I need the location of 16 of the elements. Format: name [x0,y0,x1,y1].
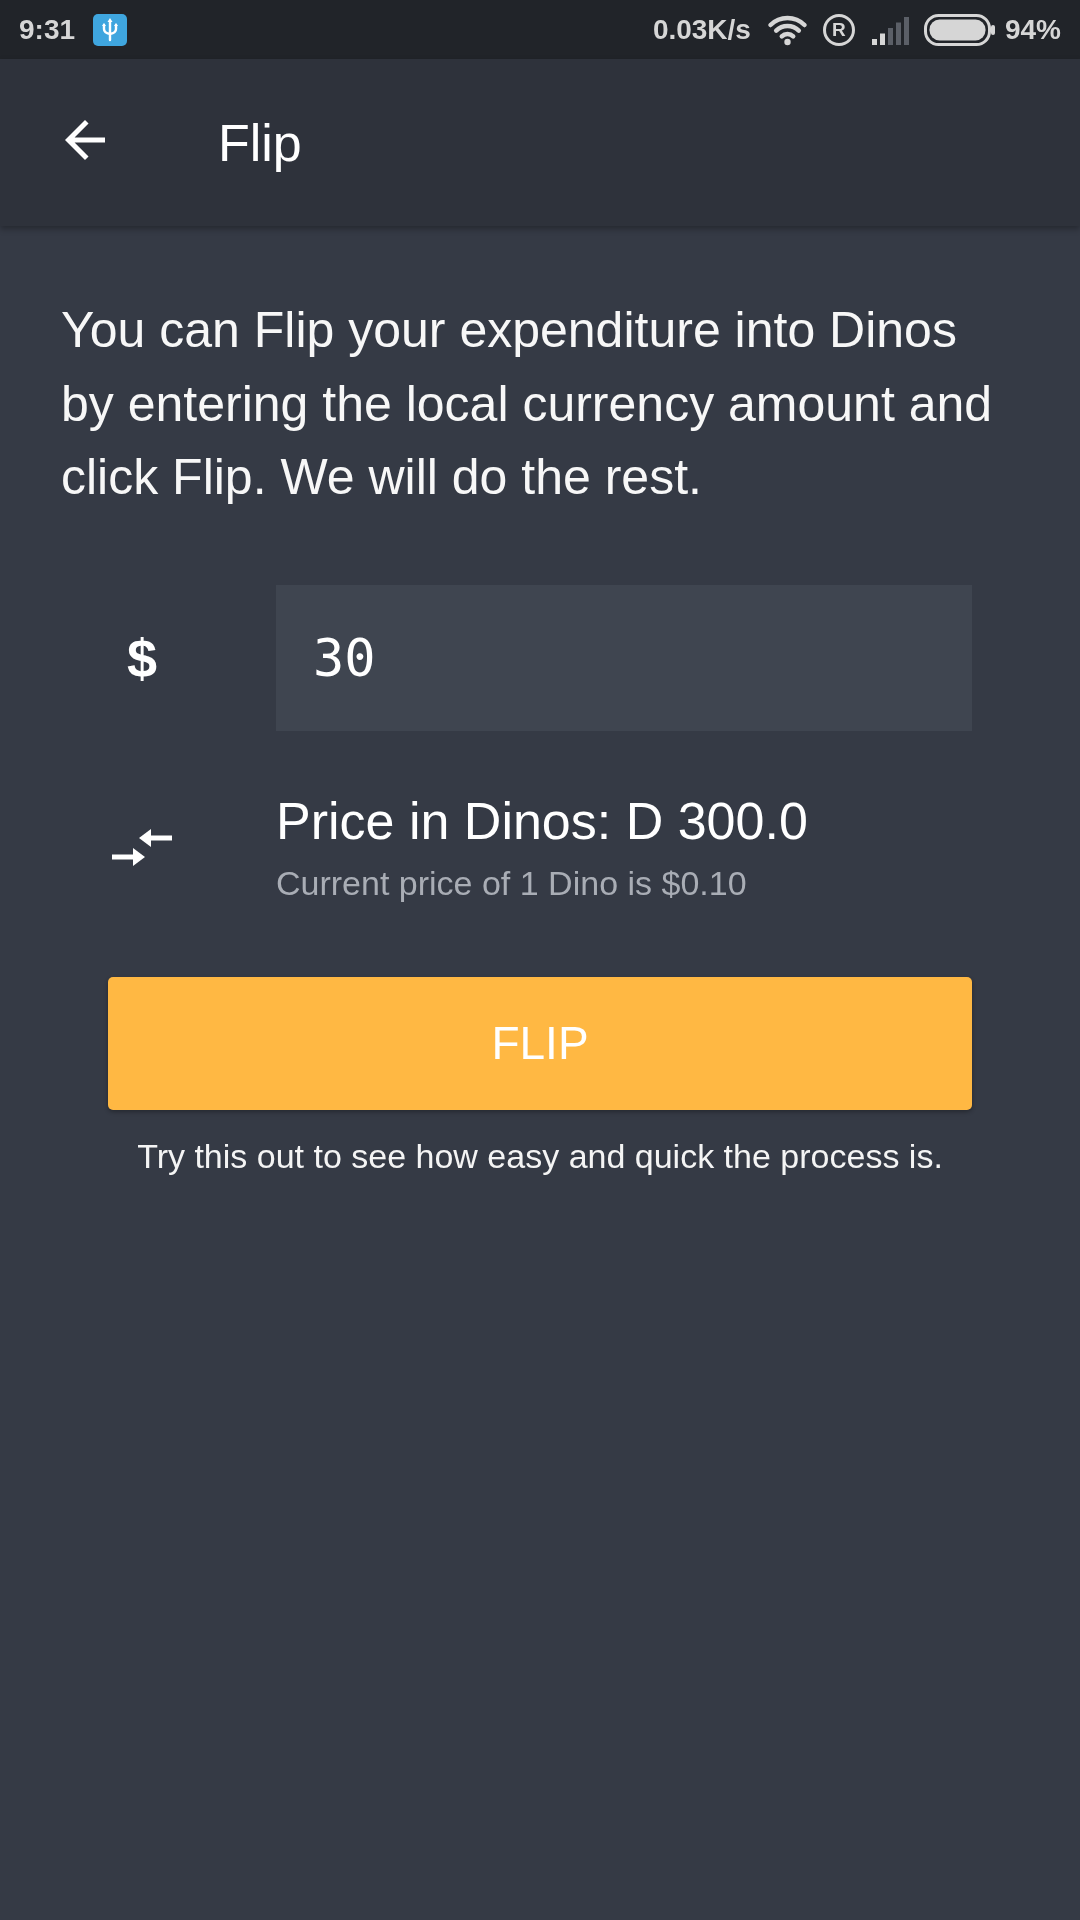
usb-icon [93,13,128,46]
screen-title: Flip [218,112,302,173]
roaming-indicator: R [822,13,855,46]
amount-input[interactable]: 30 [276,584,972,731]
signal-bars-icon [871,14,909,45]
price-in-dinos: Price in Dinos: D 300.0 [276,790,808,851]
currency-symbol: $ [126,627,157,688]
battery-percent: 94% [1004,13,1061,46]
converge-arrows-icon [112,827,172,868]
intro-text: You can Flip your expenditure into Dinos by entering the local currency amount and click Flip. We will do the rest. [61,301,994,507]
network-speed: 0.03K/s [652,13,751,46]
current-price-note: Current price of 1 Dino is $0.10 [276,862,748,904]
hint-text: Try this out to see how easy and quick the process is. [137,1135,943,1177]
wifi-icon [766,13,808,46]
status-time: 9:31 [19,13,76,46]
battery-icon [923,13,995,46]
